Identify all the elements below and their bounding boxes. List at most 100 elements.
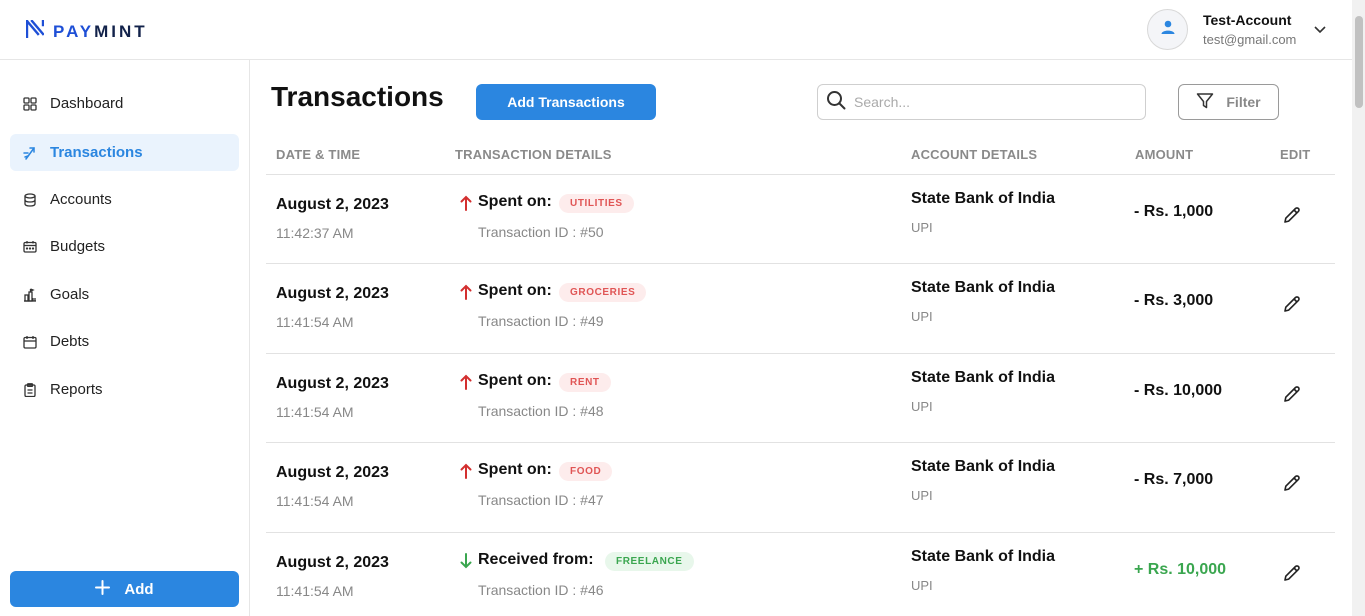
column-header-edit: EDIT — [1280, 147, 1311, 162]
logo-icon — [25, 19, 45, 43]
bank-name: State Bank of India — [911, 369, 1056, 386]
transaction-time: 11:41:54 AM — [276, 583, 354, 599]
transaction-date: August 2, 2023 — [276, 285, 389, 302]
column-header-amount[interactable]: AMOUNT — [1135, 147, 1193, 162]
search-icon — [826, 90, 846, 115]
app-logo[interactable]: PAYMINT — [25, 19, 148, 43]
transaction-amount: - Rs. 3,000 — [1134, 292, 1214, 309]
transaction-amount: - Rs. 1,000 — [1134, 203, 1214, 220]
category-badge: UTILITIES — [559, 194, 634, 213]
add-button-label: Add — [124, 580, 154, 598]
profile-menu[interactable]: Test-Account test@gmail.com — [1147, 9, 1326, 50]
page-title: Transactions — [271, 81, 444, 112]
category-badge: FREELANCE — [605, 552, 694, 571]
sidebar-item-budgets[interactable]: Budgets — [10, 228, 239, 265]
edit-icon[interactable] — [1281, 204, 1303, 226]
sidebar-item-label: Transactions — [50, 144, 143, 161]
sidebar-item-accounts[interactable]: Accounts — [10, 181, 239, 218]
chevron-down-icon[interactable] — [1314, 21, 1326, 39]
profile-name: Test-Account — [1203, 11, 1292, 28]
bank-name: State Bank of India — [911, 548, 1056, 565]
add-transactions-button[interactable]: Add Transactions — [476, 84, 656, 120]
sidebar-item-label: Reports — [50, 381, 103, 398]
arrow-up-icon — [459, 282, 473, 302]
transaction-time: 11:41:54 AM — [276, 493, 354, 509]
table-row[interactable]: August 2, 2023 11:41:54 AM Spent on: GRO… — [266, 263, 1335, 353]
vertical-scrollbar[interactable] — [1352, 0, 1365, 616]
edit-icon[interactable] — [1281, 562, 1303, 584]
avatar[interactable] — [1147, 9, 1188, 50]
payment-method: UPI — [911, 488, 933, 503]
transaction-time: 11:41:54 AM — [276, 314, 354, 330]
category-badge: GROCERIES — [559, 283, 647, 302]
filter-label: Filter — [1226, 94, 1261, 110]
sidebar-item-label: Accounts — [50, 191, 112, 208]
profile-email: test@gmail.com — [1203, 31, 1297, 47]
sidebar-item-label: Goals — [50, 286, 90, 303]
table-row[interactable]: August 2, 2023 11:41:54 AM Received from… — [266, 532, 1335, 616]
transaction-kind: Spent on: — [478, 282, 552, 299]
logo-text: PAYMINT — [53, 21, 148, 41]
transaction-kind: Received from: — [478, 551, 594, 568]
transaction-date: August 2, 2023 — [276, 375, 389, 392]
sidebar-item-debts[interactable]: Debts — [10, 323, 239, 360]
edit-icon[interactable] — [1281, 383, 1303, 405]
clipboard-icon — [22, 382, 38, 398]
transaction-id: Transaction ID : #49 — [478, 313, 604, 329]
arrow-up-icon — [459, 372, 473, 392]
payment-method: UPI — [911, 220, 933, 235]
sidebar-add-button[interactable]: Add — [10, 571, 239, 607]
sidebar-item-label: Dashboard — [50, 95, 124, 112]
transaction-id: Transaction ID : #46 — [478, 582, 604, 598]
category-badge: FOOD — [559, 462, 613, 481]
category-badge: RENT — [559, 373, 611, 392]
goal-icon — [22, 287, 38, 303]
column-header-account[interactable]: ACCOUNT DETAILS — [911, 147, 1037, 162]
sidebar-item-transactions[interactable]: Transactions — [10, 134, 239, 171]
transaction-kind: Spent on: — [478, 193, 552, 210]
bank-name: State Bank of India — [911, 458, 1056, 475]
arrow-up-icon — [459, 461, 473, 481]
transaction-date: August 2, 2023 — [276, 554, 389, 571]
filter-button[interactable]: Filter — [1178, 84, 1279, 120]
scrollbar-thumb[interactable] — [1355, 16, 1363, 108]
payment-method: UPI — [911, 578, 933, 593]
transaction-date: August 2, 2023 — [276, 464, 389, 481]
transaction-time: 11:42:37 AM — [276, 225, 354, 241]
transaction-date: August 2, 2023 — [276, 196, 389, 213]
top-header: PAYMINT Test-Account test@gmail.com — [0, 0, 1352, 60]
sidebar: Dashboard Transactions Accounts Budgets … — [0, 60, 250, 616]
wallet-icon — [22, 239, 38, 255]
sidebar-item-goals[interactable]: Goals — [10, 276, 239, 313]
arrow-down-icon — [459, 551, 473, 571]
transfer-arrows-icon — [22, 145, 38, 161]
transaction-kind: Spent on: — [478, 372, 552, 389]
filter-icon — [1196, 92, 1214, 113]
table-row[interactable]: August 2, 2023 11:41:54 AM Spent on: REN… — [266, 353, 1335, 443]
edit-icon[interactable] — [1281, 472, 1303, 494]
database-icon — [22, 192, 38, 208]
column-header-details[interactable]: TRANSACTION DETAILS — [455, 147, 612, 162]
sidebar-item-label: Budgets — [50, 238, 106, 255]
transaction-id: Transaction ID : #50 — [478, 224, 604, 240]
transaction-time: 11:41:54 AM — [276, 404, 354, 420]
sidebar-item-reports[interactable]: Reports — [10, 371, 239, 408]
table-row[interactable]: August 2, 2023 11:41:54 AM Spent on: FOO… — [266, 442, 1335, 532]
edit-icon[interactable] — [1281, 293, 1303, 315]
bank-name: State Bank of India — [911, 279, 1056, 296]
sidebar-item-dashboard[interactable]: Dashboard — [10, 85, 239, 122]
column-header-date[interactable]: DATE & TIME — [276, 147, 360, 162]
user-icon — [1160, 19, 1176, 40]
bank-name: State Bank of India — [911, 190, 1056, 207]
transaction-id: Transaction ID : #47 — [478, 492, 604, 508]
transaction-kind: Spent on: — [478, 461, 552, 478]
table-row[interactable]: August 2, 2023 11:42:37 AM Spent on: UTI… — [266, 174, 1335, 264]
plus-icon — [95, 579, 111, 599]
search-input[interactable] — [854, 94, 1134, 110]
payment-method: UPI — [911, 399, 933, 414]
sidebar-item-label: Debts — [50, 333, 90, 350]
transaction-amount: - Rs. 10,000 — [1134, 382, 1223, 399]
search-box[interactable] — [817, 84, 1146, 120]
arrow-up-icon — [459, 193, 473, 213]
grid-icon — [22, 96, 38, 112]
